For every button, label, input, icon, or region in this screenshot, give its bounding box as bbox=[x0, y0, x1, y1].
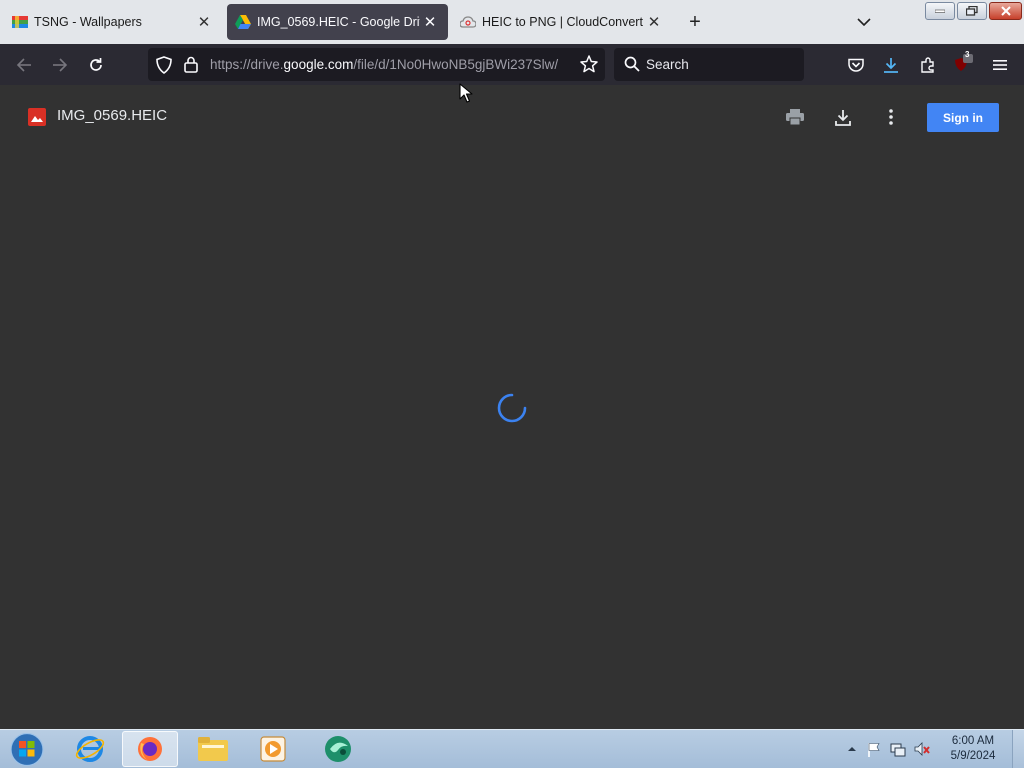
action-center-flag-icon[interactable] bbox=[866, 741, 882, 757]
chevron-down-icon bbox=[857, 18, 871, 26]
search-bar[interactable]: Search bbox=[614, 48, 804, 81]
navigation-toolbar: https://drive.google.com/file/d/1No0HwoN… bbox=[0, 44, 1024, 85]
more-vert-icon bbox=[889, 109, 893, 125]
puzzle-icon bbox=[921, 57, 934, 73]
show-hidden-icons-button[interactable] bbox=[844, 741, 860, 757]
url-path: /file/d/1No0HwoNB5gjBWi237Slw/ bbox=[353, 57, 559, 72]
media-player-icon[interactable] bbox=[245, 731, 301, 767]
forward-button[interactable] bbox=[47, 52, 73, 78]
sign-in-button[interactable]: Sign in bbox=[927, 103, 999, 132]
print-button[interactable] bbox=[782, 104, 808, 130]
download-icon bbox=[884, 58, 898, 73]
menu-button[interactable] bbox=[987, 52, 1013, 78]
pocket-button[interactable] bbox=[843, 52, 869, 78]
app-icon[interactable] bbox=[309, 731, 365, 767]
arrow-left-icon bbox=[16, 58, 31, 72]
chevron-up-icon bbox=[848, 747, 856, 751]
lock-icon[interactable] bbox=[184, 56, 198, 78]
url-field[interactable]: https://drive.google.com/file/d/1No0HwoN… bbox=[210, 57, 568, 72]
start-button[interactable] bbox=[8, 732, 46, 767]
list-all-tabs-button[interactable] bbox=[852, 10, 876, 34]
wallpaper-site-icon bbox=[12, 14, 28, 30]
window-restore-button[interactable] bbox=[957, 2, 987, 20]
mouse-cursor-icon bbox=[459, 83, 473, 103]
tab-title: HEIC to PNG | CloudConvert bbox=[482, 15, 643, 29]
download-button[interactable] bbox=[830, 104, 856, 130]
internet-explorer-icon[interactable] bbox=[62, 731, 118, 767]
url-host: google.com bbox=[283, 57, 354, 72]
volume-muted-icon[interactable] bbox=[914, 741, 930, 757]
tab-google-drive[interactable]: IMG_0569.HEIC - Google Drive ✕ bbox=[227, 4, 448, 40]
close-icon[interactable]: ✕ bbox=[420, 12, 440, 32]
arrow-right-icon bbox=[53, 58, 68, 72]
firefox-icon[interactable] bbox=[122, 731, 178, 767]
more-actions-button[interactable] bbox=[878, 104, 904, 130]
hamburger-menu-icon bbox=[993, 60, 1007, 70]
printer-icon bbox=[786, 109, 804, 126]
window-minimize-button[interactable] bbox=[925, 2, 955, 20]
extensions-button[interactable] bbox=[915, 52, 941, 78]
window-close-button[interactable] bbox=[989, 2, 1022, 20]
file-title: IMG_0569.HEIC bbox=[57, 107, 168, 124]
tab-tsng-wallpapers[interactable]: TSNG - Wallpapers ✕ bbox=[4, 4, 222, 40]
ublock-icon bbox=[955, 54, 973, 71]
clock-time: 6:00 AM bbox=[951, 735, 995, 747]
pocket-icon bbox=[848, 58, 864, 72]
loading-spinner-icon bbox=[497, 393, 527, 423]
taskbar: 6:00 AM 5/9/2024 bbox=[0, 729, 1024, 768]
url-scheme: https://drive. bbox=[210, 57, 284, 72]
screen: TSNG - Wallpapers ✕ IMG_0569.HEIC - Goog… bbox=[0, 0, 1024, 768]
downloads-button[interactable] bbox=[878, 52, 904, 78]
tab-strip: TSNG - Wallpapers ✕ IMG_0569.HEIC - Goog… bbox=[0, 0, 1024, 44]
network-icon[interactable] bbox=[890, 741, 906, 757]
download-icon bbox=[835, 109, 851, 126]
address-bar[interactable]: https://drive.google.com/file/d/1No0HwoN… bbox=[148, 48, 605, 81]
cloudconvert-icon bbox=[460, 14, 476, 30]
google-drive-icon bbox=[235, 14, 251, 30]
tab-cloudconvert[interactable]: HEIC to PNG | CloudConvert ✕ bbox=[452, 4, 672, 40]
reload-icon bbox=[90, 58, 102, 71]
back-button[interactable] bbox=[11, 52, 37, 78]
image-file-icon bbox=[28, 108, 46, 126]
extension-badge: 3 bbox=[965, 50, 970, 59]
search-input[interactable]: Search bbox=[646, 57, 689, 72]
reload-button[interactable] bbox=[83, 52, 109, 78]
file-explorer-icon[interactable] bbox=[185, 731, 241, 767]
tab-title: IMG_0569.HEIC - Google Drive bbox=[257, 15, 420, 29]
system-clock[interactable]: 6:00 AM 5/9/2024 bbox=[942, 734, 1004, 764]
windows-logo-icon bbox=[10, 732, 44, 767]
tab-title: TSNG - Wallpapers bbox=[34, 15, 142, 29]
close-icon[interactable]: ✕ bbox=[194, 12, 214, 32]
drive-file-viewer: IMG_0569.HEIC Sign in bbox=[0, 85, 1024, 729]
search-icon bbox=[624, 56, 640, 77]
clock-date: 5/9/2024 bbox=[950, 750, 996, 762]
show-desktop-button[interactable] bbox=[1012, 730, 1024, 768]
close-icon[interactable]: ✕ bbox=[644, 12, 664, 32]
new-tab-button[interactable]: + bbox=[683, 10, 707, 34]
shield-icon[interactable] bbox=[156, 56, 172, 79]
star-icon[interactable] bbox=[580, 55, 598, 78]
ublock-extension-button[interactable]: 3 bbox=[950, 50, 976, 78]
